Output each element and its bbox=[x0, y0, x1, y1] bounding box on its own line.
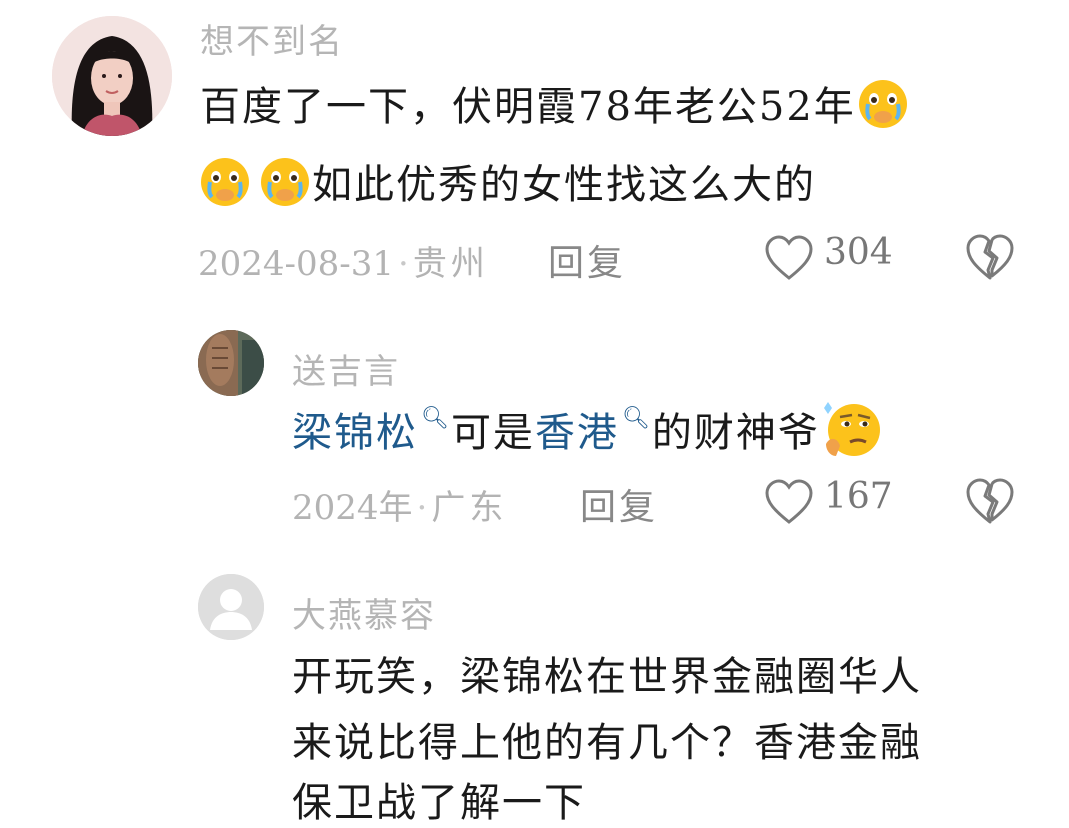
reply-button[interactable]: 回复 bbox=[548, 234, 626, 286]
heart-icon bbox=[765, 479, 813, 524]
like-button[interactable]: 304 bbox=[764, 232, 894, 282]
separator: · bbox=[416, 488, 428, 528]
comment-date: 2024-08-31 bbox=[198, 244, 395, 284]
comment-meta: 2024-08-31 · 贵州 bbox=[198, 236, 489, 285]
comment-text-fragment: 的财神爷 bbox=[651, 410, 820, 456]
search-icon: 🔍︎ bbox=[421, 406, 451, 431]
like-button[interactable]: 167 bbox=[764, 476, 894, 526]
crying-face-icon bbox=[198, 155, 252, 209]
search-link-text[interactable]: 香港 bbox=[535, 410, 619, 456]
comment-text-line: 如此优秀的女性找这么大的 bbox=[312, 162, 816, 208]
comment-text-line: 百度了一下，伏明霞78年老公52年 bbox=[200, 84, 856, 130]
comment-meta: 2024年 · 广东 bbox=[292, 480, 507, 529]
crying-face-icon bbox=[258, 155, 312, 209]
comment-text: 如此优秀的女性找这么大的 bbox=[198, 152, 816, 215]
avatar[interactable] bbox=[52, 16, 172, 136]
default-avatar-icon bbox=[198, 574, 264, 640]
dislike-button[interactable] bbox=[964, 232, 1016, 286]
reply-button[interactable]: 回复 bbox=[580, 478, 658, 530]
broken-heart-icon bbox=[966, 478, 1014, 524]
comment-location: 广东 bbox=[431, 488, 508, 528]
comment-username[interactable]: 大燕慕容 bbox=[292, 588, 436, 637]
search-link[interactable]: 香港 🔍︎ bbox=[535, 406, 652, 456]
comment-text-fragment: 可是 bbox=[450, 410, 535, 456]
comment-username[interactable]: 送吉言 bbox=[292, 344, 400, 393]
comment-text-line: 开玩笑，梁锦松在世界金融圈华人 bbox=[292, 654, 922, 700]
search-link[interactable]: 梁锦松 🔍︎ bbox=[292, 406, 451, 456]
comment-text: 梁锦松 🔍︎可是香港 🔍︎的财神爷 bbox=[292, 400, 884, 468]
avatar[interactable] bbox=[198, 330, 264, 396]
like-count: 304 bbox=[824, 232, 893, 273]
comment-text-line: 来说比得上他的有几个？香港金融 bbox=[292, 720, 922, 766]
crying-face-icon bbox=[856, 77, 910, 131]
comment-date: 2024年 bbox=[292, 488, 413, 528]
avatar-photo bbox=[52, 16, 172, 136]
search-link-text[interactable]: 梁锦松 bbox=[292, 410, 418, 456]
broken-heart-icon bbox=[966, 234, 1014, 280]
avatar[interactable] bbox=[198, 574, 264, 640]
thinking-face-icon bbox=[820, 398, 884, 462]
comment-location: 贵州 bbox=[412, 244, 489, 284]
separator: · bbox=[398, 244, 409, 284]
search-icon: 🔍︎ bbox=[621, 406, 652, 431]
heart-icon bbox=[765, 235, 813, 280]
dislike-button[interactable] bbox=[964, 476, 1016, 530]
avatar-photo bbox=[198, 330, 264, 396]
like-count: 167 bbox=[824, 476, 893, 517]
comment-text: 百度了一下，伏明霞78年老公52年 bbox=[200, 74, 910, 137]
comment-text-line: 保卫战了解一下 bbox=[292, 780, 586, 826]
comment-username[interactable]: 想不到名 bbox=[200, 14, 344, 63]
